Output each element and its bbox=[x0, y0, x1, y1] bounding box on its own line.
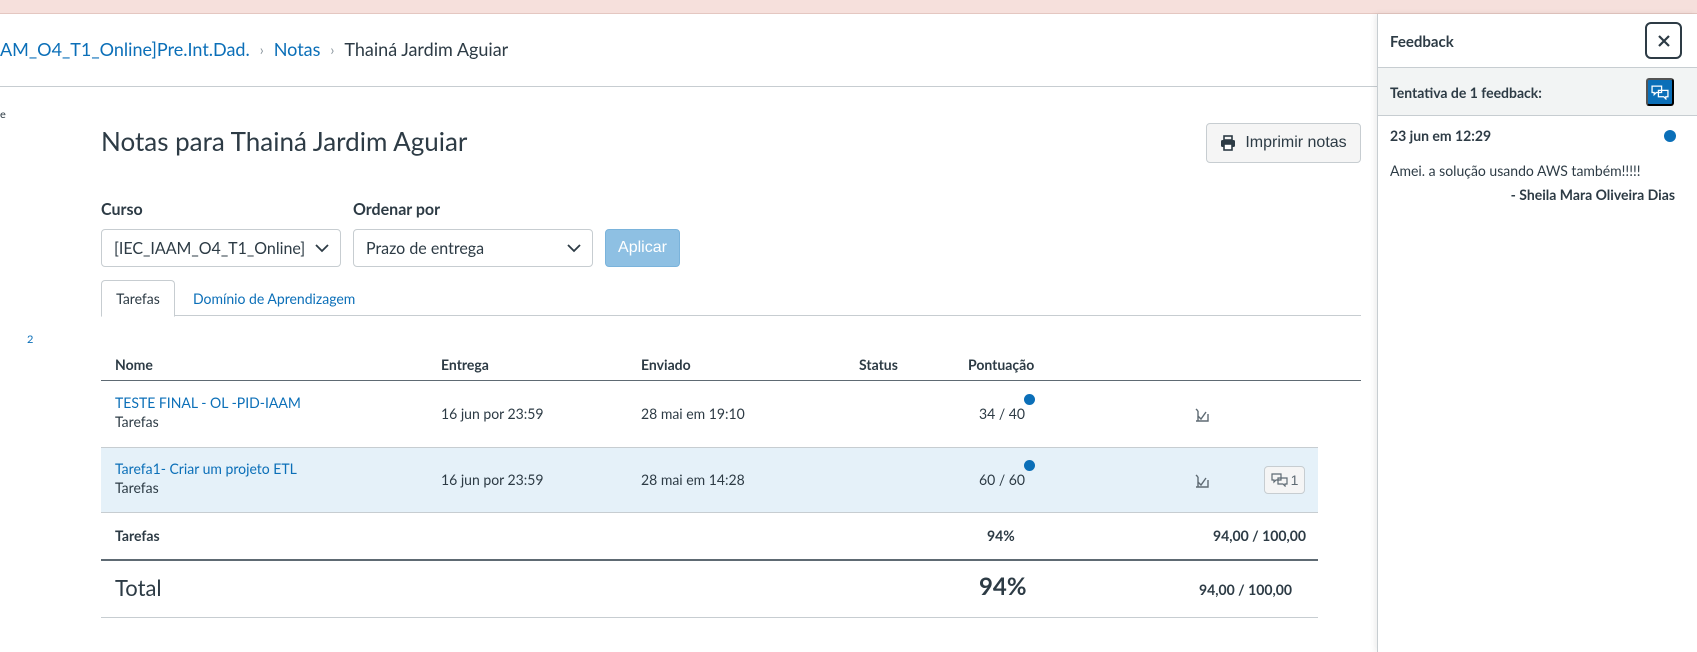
score: 60 / 60 bbox=[979, 471, 1025, 488]
close-icon bbox=[1657, 34, 1670, 47]
header-divider bbox=[0, 86, 1377, 87]
feedback-attempt-bar: Tentativa de 1 feedback: bbox=[1378, 68, 1697, 116]
grades-tabs: Tarefas Domínio de Aprendizagem bbox=[101, 280, 1361, 317]
group-points: 94,00 / 100,00 bbox=[1213, 527, 1306, 544]
left-nav-fragment: e bbox=[0, 108, 6, 121]
assignment-group: Tarefas bbox=[115, 479, 159, 496]
feedback-author: - Sheila Mara Oliveira Dias bbox=[1510, 186, 1675, 203]
chevron-down-icon bbox=[567, 244, 581, 253]
tab-dominio-aprendizagem[interactable]: Domínio de Aprendizagem bbox=[193, 280, 355, 316]
close-feedback-button[interactable] bbox=[1645, 22, 1682, 59]
course-select-value: [IEC_IAAM_O4_T1_Online] bbox=[114, 238, 306, 258]
unread-indicator bbox=[1024, 460, 1035, 471]
feedback-button[interactable]: 1 bbox=[1264, 466, 1305, 494]
column-header-score[interactable]: Pontuação bbox=[968, 356, 1034, 373]
breadcrumb-notas[interactable]: Notas bbox=[274, 38, 321, 60]
order-by-select[interactable]: Prazo de entrega bbox=[353, 229, 593, 267]
breadcrumb-course[interactable]: AM_O4_T1_Online]Pre.Int.Dad. bbox=[0, 38, 250, 60]
feedback-panel-title: Feedback bbox=[1390, 33, 1454, 51]
column-header-due[interactable]: Entrega bbox=[441, 356, 489, 373]
table-row: TESTE FINAL - OL -PID-IAAM Tarefas 16 ju… bbox=[101, 381, 1318, 447]
total-points: 94,00 / 100,00 bbox=[1199, 581, 1292, 598]
feedback-panel: Feedback Tentativa de 1 feedback: 23 jun… bbox=[1377, 14, 1697, 652]
breadcrumb: AM_O4_T1_Online]Pre.Int.Dad. › Notas › T… bbox=[0, 36, 508, 62]
score: 34 / 40 bbox=[979, 405, 1025, 422]
total-percent: 94% bbox=[979, 572, 1027, 601]
group-percent: 94% bbox=[987, 527, 1015, 544]
final-total-row: Total 94% 94,00 / 100,00 bbox=[101, 561, 1318, 618]
assignment-group-total-row: Tarefas 94% 94,00 / 100,00 bbox=[101, 513, 1318, 559]
column-header-status[interactable]: Status bbox=[859, 356, 898, 373]
assignment-link[interactable]: TESTE FINAL - OL -PID-IAAM bbox=[115, 394, 301, 411]
assignment-group: Tarefas bbox=[115, 413, 159, 430]
unread-indicator bbox=[1024, 394, 1035, 405]
total-label: Total bbox=[115, 574, 162, 601]
breadcrumb-current: Thainá Jardim Aguiar bbox=[344, 38, 509, 60]
due-date: 16 jun por 23:59 bbox=[441, 471, 544, 488]
printer-icon bbox=[1221, 135, 1236, 151]
column-header-submitted[interactable]: Enviado bbox=[641, 356, 691, 373]
submitted-date: 28 mai em 14:28 bbox=[641, 471, 745, 488]
tab-tarefas[interactable]: Tarefas bbox=[101, 280, 175, 317]
order-by-select-value: Prazo de entrega bbox=[366, 238, 485, 258]
what-if-icon[interactable] bbox=[1193, 472, 1211, 490]
chevron-down-icon bbox=[315, 244, 329, 253]
left-nav-badge[interactable]: 2 bbox=[27, 333, 33, 346]
assignment-cell: TESTE FINAL - OL -PID-IAAM Tarefas bbox=[115, 394, 301, 430]
print-grades-label: Imprimir notas bbox=[1245, 134, 1347, 151]
page-title: Notas para Thainá Jardim Aguiar bbox=[101, 125, 468, 157]
assignment-link[interactable]: Tarefa1- Criar um projeto ETL bbox=[115, 460, 297, 477]
group-label: Tarefas bbox=[115, 527, 160, 544]
attempt-feedback-button[interactable] bbox=[1646, 78, 1674, 106]
feedback-date: 23 jun em 12:29 bbox=[1390, 127, 1492, 144]
column-header-name[interactable]: Nome bbox=[115, 356, 153, 373]
browser-bookmarks-strip bbox=[0, 0, 1697, 14]
table-row: Tarefa1- Criar um projeto ETL Tarefas 16… bbox=[101, 447, 1318, 513]
feedback-comment: Amei. a solução usando AWS também!!!!! bbox=[1390, 162, 1641, 179]
breadcrumb-separator-icon: › bbox=[259, 40, 264, 58]
feedback-attempt-label: Tentativa de 1 feedback: bbox=[1390, 84, 1542, 101]
feedback-icon bbox=[1651, 85, 1669, 100]
what-if-icon[interactable] bbox=[1193, 406, 1211, 424]
unread-indicator bbox=[1664, 130, 1676, 142]
feedback-icon bbox=[1270, 473, 1288, 487]
breadcrumb-separator-icon: › bbox=[330, 40, 335, 58]
feedback-panel-header: Feedback bbox=[1378, 14, 1697, 68]
order-by-label: Ordenar por bbox=[353, 200, 441, 219]
submitted-date: 28 mai em 19:10 bbox=[641, 405, 745, 422]
assignment-cell: Tarefa1- Criar um projeto ETL Tarefas bbox=[115, 460, 297, 496]
course-select[interactable]: [IEC_IAAM_O4_T1_Online] bbox=[101, 229, 341, 267]
print-grades-button[interactable]: Imprimir notas bbox=[1206, 123, 1361, 163]
apply-button[interactable]: Aplicar bbox=[605, 229, 680, 267]
due-date: 16 jun por 23:59 bbox=[441, 405, 544, 422]
course-filter-label: Curso bbox=[101, 200, 143, 219]
feedback-count: 1 bbox=[1290, 472, 1299, 488]
